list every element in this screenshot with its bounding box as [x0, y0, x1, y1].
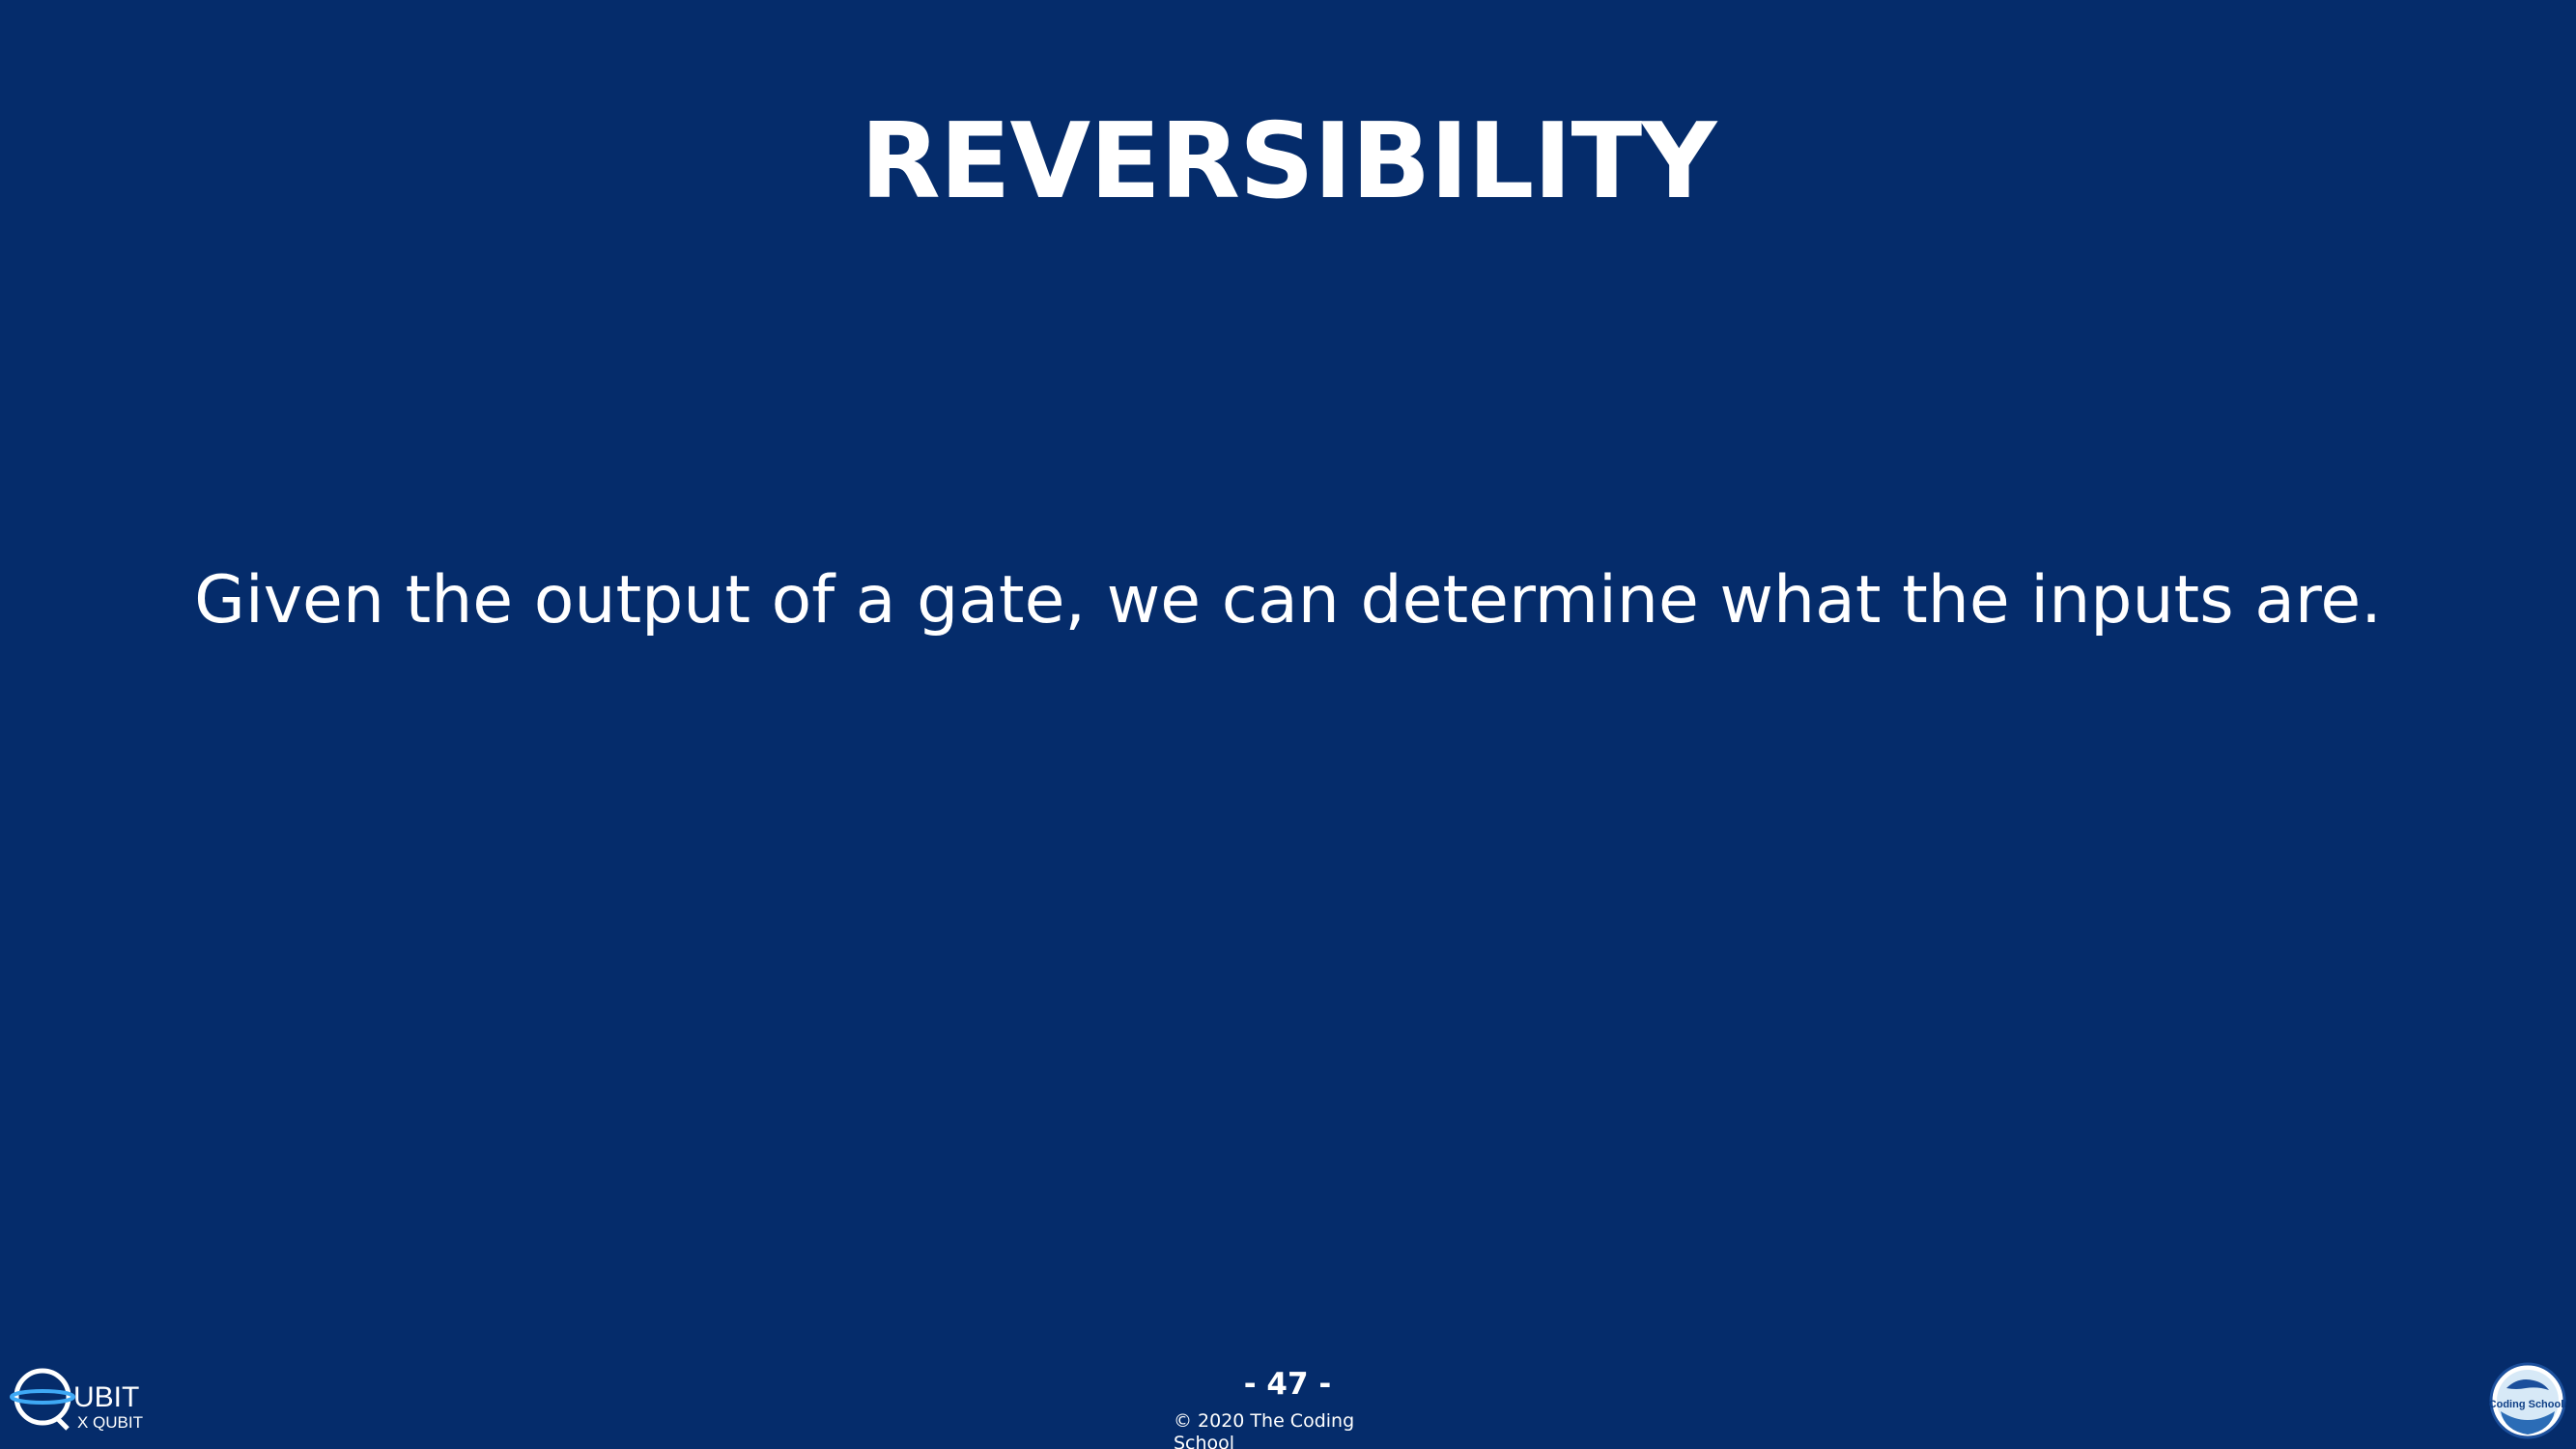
copyright-text: © 2020 The Coding School: [1174, 1410, 1355, 1449]
coding-school-logo-text: <Coding School/>: [2489, 1399, 2566, 1410]
page-number: - 47 -: [1243, 1367, 1332, 1402]
slide-title: REVERSIBILITY: [860, 101, 1717, 222]
the-coding-school-logo: <Coding School/>: [2489, 1362, 2566, 1439]
slide: REVERSIBILITY Given the output of a gate…: [0, 0, 2576, 1449]
qubit-logo-line1: UBIT: [73, 1381, 139, 1413]
qubit-x-qubit-logo: UBIT X QUBIT: [10, 1368, 143, 1432]
qubit-logo-line2: X QUBIT: [77, 1413, 143, 1432]
slide-body-text: Given the output of a gate, we can deter…: [194, 562, 2382, 639]
